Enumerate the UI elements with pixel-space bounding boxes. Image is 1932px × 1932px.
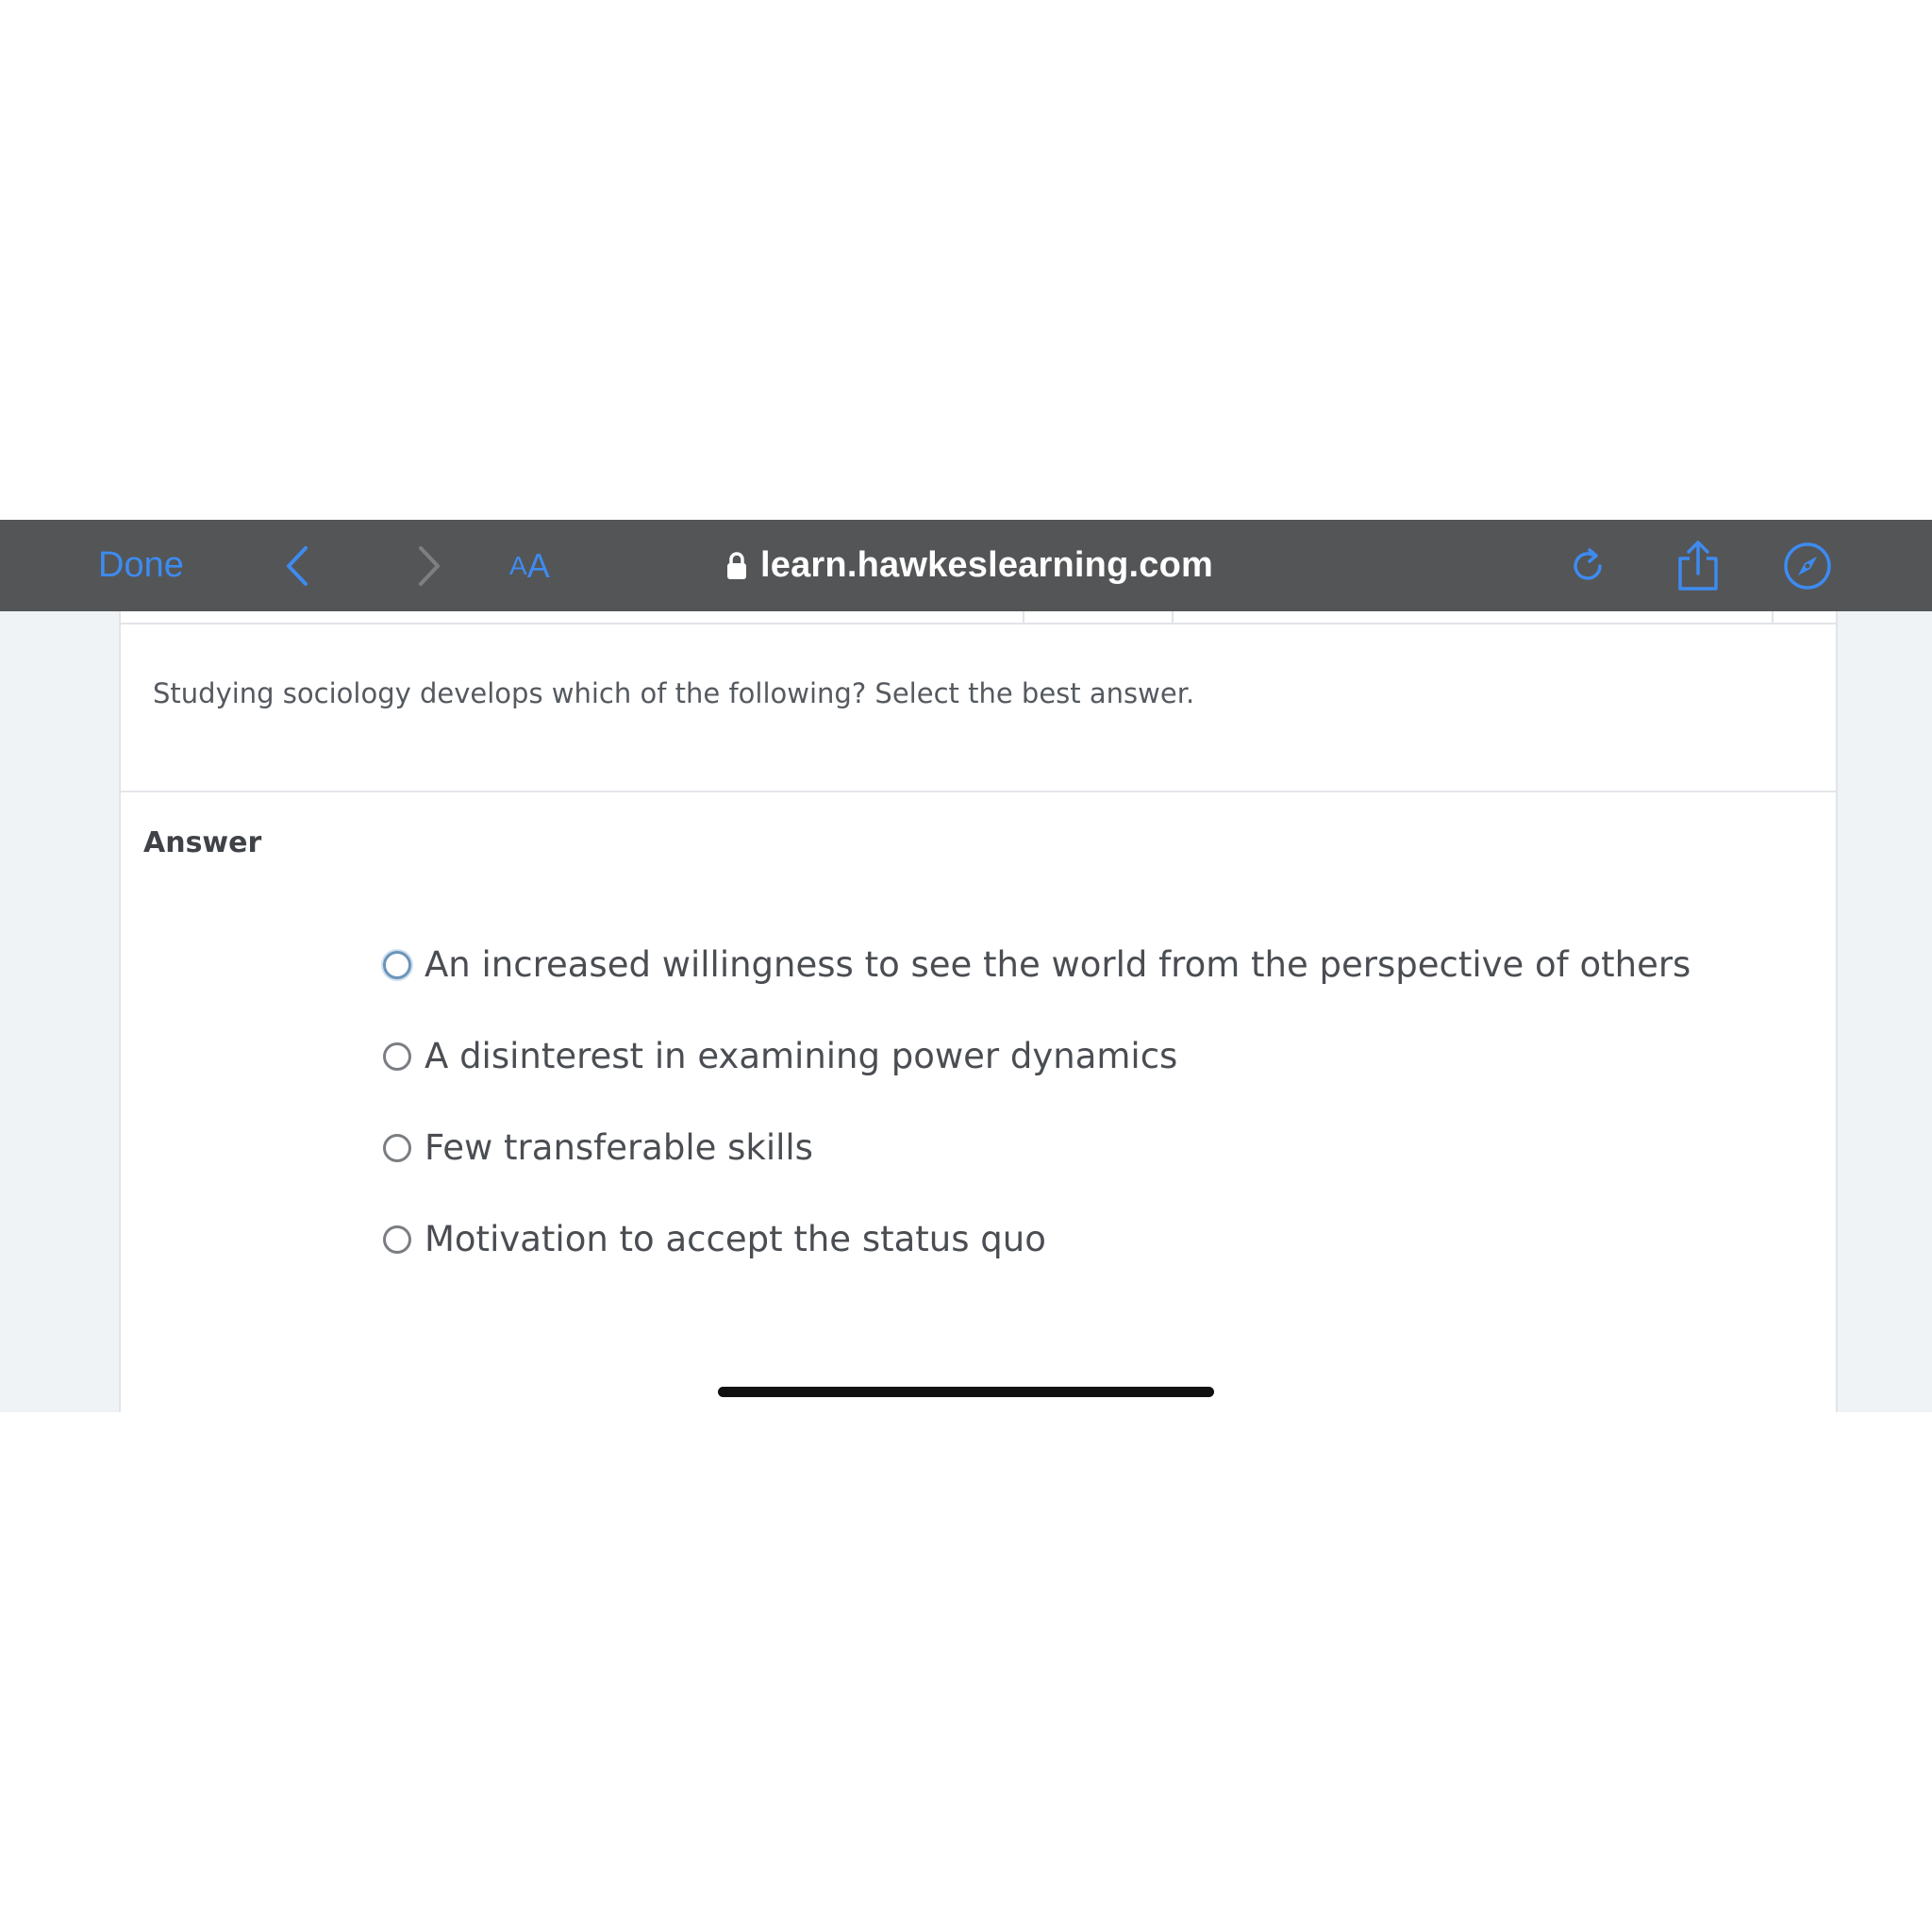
text-size-small-glyph: A <box>509 550 527 580</box>
card-tab-divider <box>1772 611 1774 625</box>
lock-icon <box>726 551 747 580</box>
radio-button[interactable] <box>383 950 411 979</box>
back-button[interactable] <box>274 520 321 611</box>
reload-icon <box>1574 547 1602 580</box>
text-size-large-glyph: A <box>526 545 550 585</box>
answer-option-1[interactable]: An increased willingness to see the worl… <box>383 919 1690 1010</box>
device-screen: Done AA learn.hawkeslearning.com Studyin… <box>0 520 1932 1412</box>
text-size-button[interactable]: AA <box>509 520 550 611</box>
share-icon <box>1678 540 1718 591</box>
answer-option-4[interactable]: Motivation to accept the status quo <box>383 1193 1690 1285</box>
done-button[interactable]: Done <box>98 520 184 611</box>
forward-button[interactable] <box>406 520 453 611</box>
compass-button[interactable] <box>1781 520 1834 611</box>
browser-toolbar: Done AA learn.hawkeslearning.com <box>0 520 1932 611</box>
answer-option-text: An increased willingness to see the worl… <box>425 944 1691 985</box>
card-tab-divider <box>1023 611 1024 625</box>
answer-option-text: A disinterest in examining power dynamic… <box>425 1036 1178 1076</box>
radio-button[interactable] <box>383 1224 411 1254</box>
chevron-left-icon <box>287 545 308 586</box>
compass-icon <box>1784 541 1831 590</box>
reload-button[interactable] <box>1566 520 1613 611</box>
card-tab-divider <box>1172 611 1174 625</box>
answer-options: An increased willingness to see the worl… <box>383 919 1690 1285</box>
section-divider <box>121 791 1836 792</box>
home-indicator <box>718 1387 1214 1397</box>
question-prompt: Studying sociology develops which of the… <box>153 677 1195 709</box>
chevron-right-icon <box>419 545 440 586</box>
answer-option-text: Few transferable skills <box>425 1127 813 1168</box>
answer-option-3[interactable]: Few transferable skills <box>383 1102 1690 1193</box>
address-bar[interactable]: learn.hawkeslearning.com <box>726 520 1213 611</box>
answer-heading: Answer <box>143 826 262 859</box>
card-top-border <box>121 623 1836 625</box>
answer-option-text: Motivation to accept the status quo <box>425 1219 1046 1259</box>
radio-button[interactable] <box>383 1133 411 1162</box>
url-text: learn.hawkeslearning.com <box>760 545 1213 585</box>
radio-button[interactable] <box>383 1041 411 1071</box>
answer-option-2[interactable]: A disinterest in examining power dynamic… <box>383 1010 1690 1102</box>
share-button[interactable] <box>1672 520 1724 611</box>
question-card: Studying sociology develops which of the… <box>119 611 1838 1412</box>
